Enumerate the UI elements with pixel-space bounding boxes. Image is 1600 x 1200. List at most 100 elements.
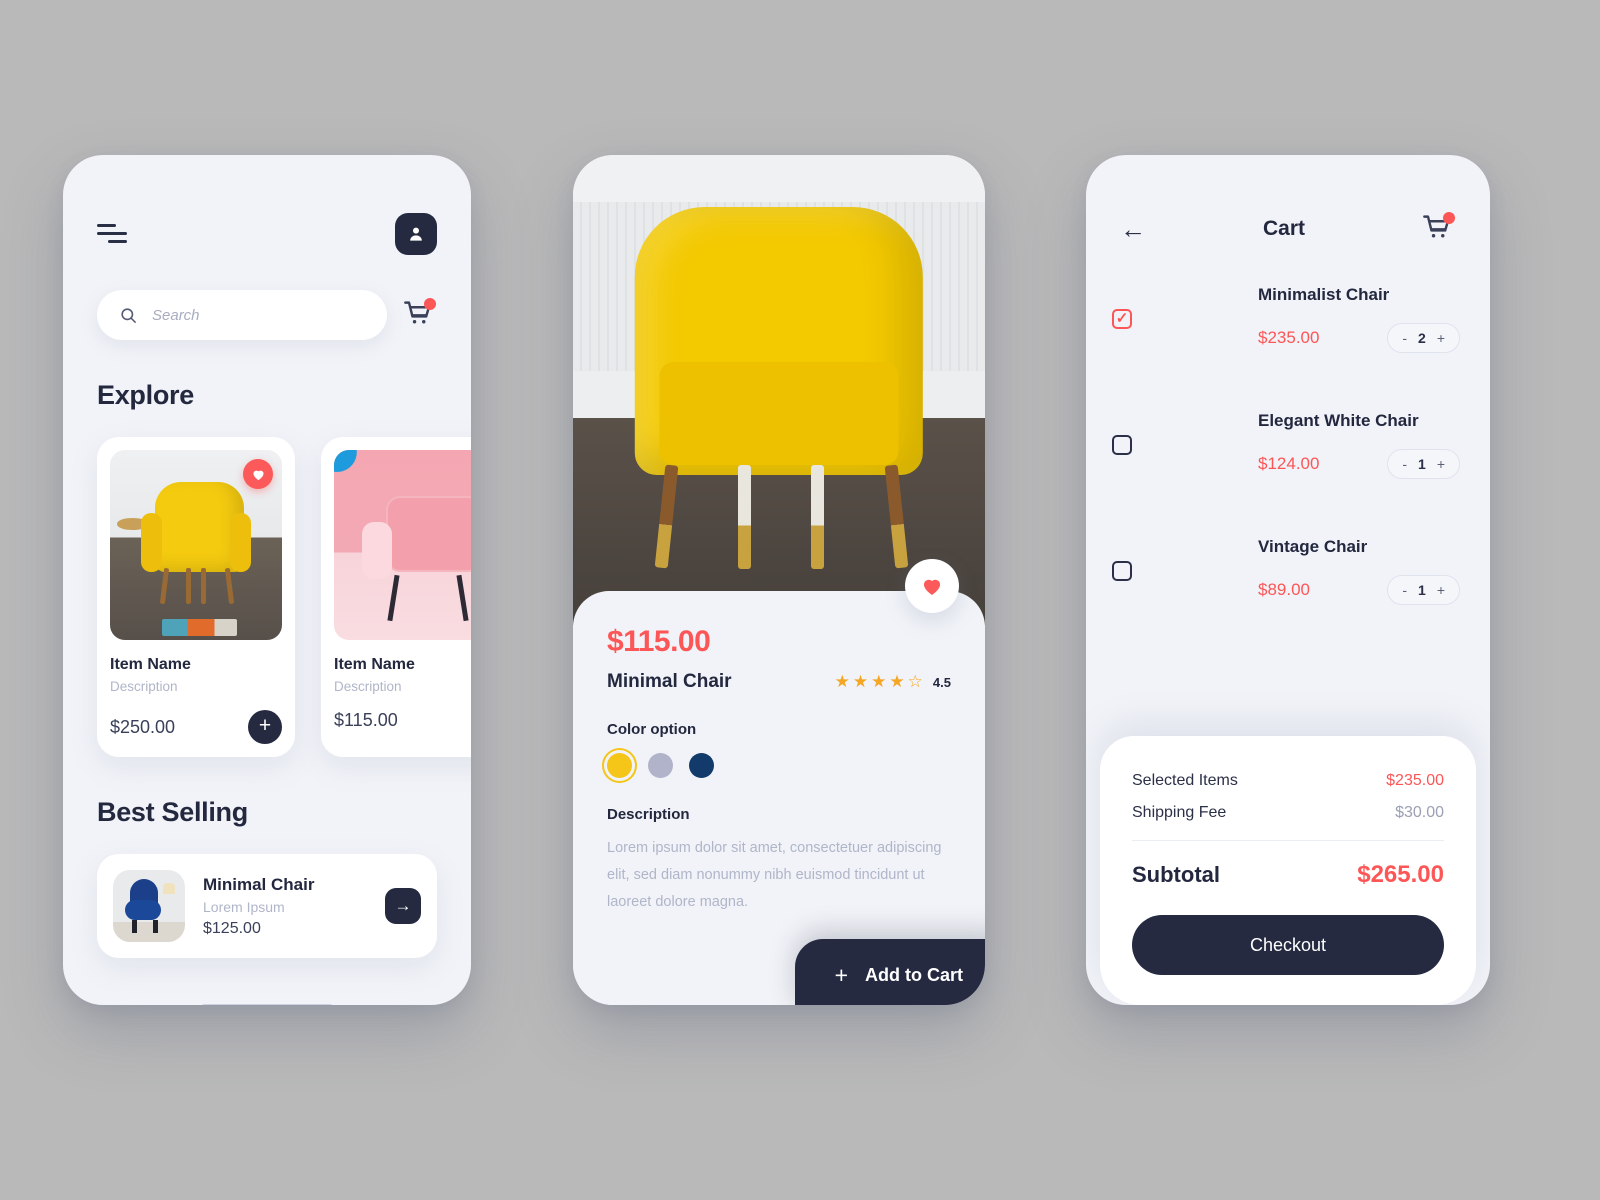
product-description: Description <box>334 679 402 694</box>
selected-items-value: $235.00 <box>1386 772 1444 789</box>
product-hero-image <box>573 155 985 625</box>
favorite-button[interactable] <box>243 459 273 489</box>
page-title: Cart <box>1262 217 1305 240</box>
cart-item[interactable]: Vintage Chair $89.00 - 1 + <box>1112 523 1460 619</box>
search-input[interactable]: Search <box>97 290 387 340</box>
color-swatch-yellow[interactable] <box>607 753 632 778</box>
back-button[interactable]: ← <box>1120 216 1146 242</box>
favorite-fab[interactable] <box>905 559 959 613</box>
item-thumbnail <box>1147 271 1243 367</box>
add-to-cart-label: Add to Cart <box>865 964 963 985</box>
shipping-fee-row: Shipping Fee $30.00 <box>1132 804 1444 822</box>
cart-item-list: Minimalist Chair $235.00 - 2 + <box>1086 245 1490 619</box>
product-detail-sheet: $115.00 Minimal Chair ★ ★ ★ ★ ☆ 4.5 Color op… <box>573 559 985 1005</box>
quantity-value: 1 <box>1418 456 1426 472</box>
color-swatch-lavender-gray[interactable] <box>648 753 673 778</box>
add-to-cart-button[interactable]: + Add to Cart <box>794 939 985 1005</box>
item-price: $124.00 <box>1258 454 1320 473</box>
subtotal-label: Subtotal <box>1132 862 1220 887</box>
search-row: Search <box>63 255 471 340</box>
item-checkbox[interactable] <box>1112 435 1132 455</box>
product-description: Description <box>110 679 178 694</box>
subtotal-row: Subtotal $265.00 <box>1132 861 1444 889</box>
description-label: Description <box>607 806 690 823</box>
phone-screen-product-detail: $115.00 Minimal Chair ★ ★ ★ ★ ☆ 4.5 Color op… <box>573 155 985 1005</box>
item-name: Minimalist Chair <box>1258 285 1390 304</box>
phone-screen-home: Search Explore Item Name Description $25… <box>63 155 471 1005</box>
item-checkbox-checked[interactable] <box>1112 309 1132 329</box>
quantity-value: 1 <box>1418 582 1426 598</box>
mockup-canvas: Search Explore Item Name Description $25… <box>0 0 1600 1200</box>
heart-icon <box>252 470 264 480</box>
increase-button[interactable]: + <box>1437 582 1445 598</box>
decrease-button[interactable]: - <box>1402 330 1407 346</box>
search-icon <box>121 307 137 323</box>
product-price: $250.00 <box>110 716 176 737</box>
product-card[interactable]: Item Name Description $115.00 <box>321 437 471 757</box>
quantity-value: 2 <box>1418 330 1426 346</box>
decrease-button[interactable]: - <box>1402 456 1407 472</box>
cart-button[interactable] <box>403 298 437 331</box>
color-swatches[interactable] <box>607 753 951 778</box>
best-selling-card[interactable]: Minimal Chair Lorem Ipsum $125.00 → <box>97 854 437 958</box>
rating: ★ ★ ★ ★ ☆ 4.5 <box>835 672 951 692</box>
quantity-stepper[interactable]: - 1 + <box>1387 449 1460 479</box>
search-placeholder: Search <box>152 306 200 324</box>
cart-item[interactable]: Elegant White Chair $124.00 - 1 + <box>1112 397 1460 493</box>
shipping-fee-label: Shipping Fee <box>1132 804 1227 821</box>
rating-value: 4.5 <box>932 674 951 690</box>
color-swatch-navy[interactable] <box>689 753 714 778</box>
best-selling-subtitle: Lorem Ipsum <box>203 898 285 915</box>
product-footer: $250.00 + <box>110 710 282 744</box>
product-price: $115.00 <box>334 710 398 730</box>
cart-badge <box>1442 212 1455 224</box>
product-description: Lorem ipsum dolor sit amet, consectetuer… <box>607 840 942 910</box>
rating-stars: ★ ★ ★ ★ ☆ <box>834 672 924 691</box>
item-body: Minimalist Chair $235.00 - 2 + <box>1258 285 1460 353</box>
product-name-row: Minimal Chair ★ ★ ★ ★ ☆ 4.5 <box>607 671 951 693</box>
quantity-stepper[interactable]: - 1 + <box>1387 575 1460 605</box>
item-body: Vintage Chair $89.00 - 1 + <box>1258 537 1460 605</box>
summary-divider <box>1132 840 1444 841</box>
product-card[interactable]: Item Name Description $250.00 + <box>97 437 295 757</box>
product-name: Minimal Chair <box>607 671 732 692</box>
best-selling-name: Minimal Chair <box>203 874 315 894</box>
order-summary-panel: Selected Items $235.00 Shipping Fee $30.… <box>1100 736 1476 1005</box>
item-body: Elegant White Chair $124.00 - 1 + <box>1258 411 1460 479</box>
phone-screen-cart: ← Cart ✓ Minimalist Chair $235.00 - 2 + … <box>1086 155 1490 1005</box>
decrease-button[interactable]: - <box>1402 582 1407 598</box>
explore-card-list[interactable]: Item Name Description $250.00 + Item Nam… <box>63 411 471 757</box>
increase-button[interactable]: + <box>1437 456 1445 472</box>
item-name: Vintage Chair <box>1258 537 1368 556</box>
shipping-fee-value: $30.00 <box>1395 804 1444 821</box>
checkout-button[interactable]: Checkout <box>1132 915 1444 975</box>
increase-button[interactable]: + <box>1437 330 1445 346</box>
cart-button[interactable] <box>1422 212 1456 245</box>
item-price: $89.00 <box>1258 580 1310 599</box>
item-footer: $235.00 - 2 + <box>1258 323 1460 353</box>
item-thumbnail <box>1147 397 1243 493</box>
best-selling-go-button[interactable]: → <box>385 888 421 924</box>
heart-icon <box>923 579 941 595</box>
cart-item[interactable]: Minimalist Chair $235.00 - 2 + <box>1112 271 1460 367</box>
product-image <box>110 450 282 640</box>
product-image <box>334 450 471 640</box>
selected-items-row: Selected Items $235.00 <box>1132 772 1444 790</box>
cart-header: ← Cart <box>1086 155 1490 245</box>
best-selling-info: Minimal Chair Lorem Ipsum $125.00 <box>203 875 367 938</box>
add-product-button[interactable]: + <box>248 710 282 744</box>
best-selling-title: Best Selling <box>97 797 248 827</box>
item-footer: $124.00 - 1 + <box>1258 449 1460 479</box>
home-header <box>63 155 471 255</box>
hamburger-icon[interactable] <box>97 224 127 244</box>
home-indicator <box>202 1004 332 1005</box>
quantity-stepper[interactable]: - 2 + <box>1387 323 1460 353</box>
color-option-label: Color option <box>607 721 697 738</box>
subtotal-value: $265.00 <box>1357 861 1444 888</box>
profile-button[interactable] <box>395 213 437 255</box>
best-selling-price: $125.00 <box>203 919 261 937</box>
product-name: Item Name <box>110 656 191 673</box>
item-checkbox[interactable] <box>1112 561 1132 581</box>
explore-title: Explore <box>97 380 194 410</box>
product-price: $115.00 <box>607 625 711 658</box>
